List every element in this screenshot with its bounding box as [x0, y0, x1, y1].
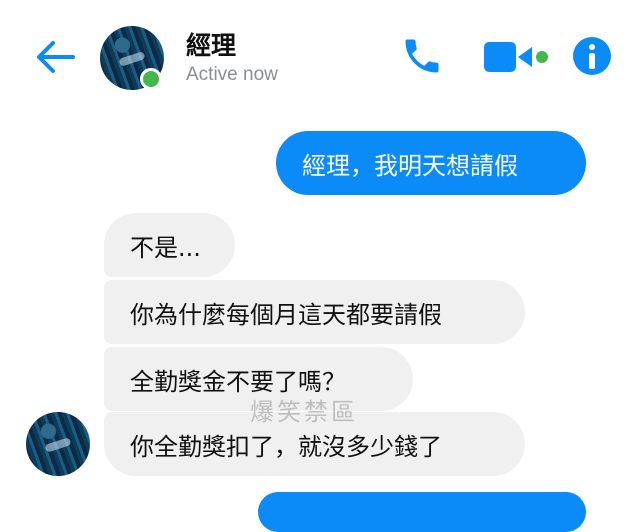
message-bubble-incoming[interactable]: 你全勤獎扣了，就沒多少錢了 [104, 412, 525, 476]
back-button[interactable] [30, 34, 80, 80]
info-icon [573, 37, 611, 75]
chat-header: 經理 Active now [0, 0, 630, 120]
message-bubble-incoming[interactable]: 你為什麼每個月這天都要請假 [104, 280, 525, 344]
info-button[interactable] [570, 34, 614, 78]
voice-call-button[interactable] [398, 32, 446, 80]
phone-icon [405, 39, 439, 73]
video-camera-icon [484, 42, 548, 72]
video-call-button[interactable] [482, 36, 554, 78]
message-bubble-incoming[interactable]: 全勤獎金不要了嗎？ [104, 347, 413, 411]
message-bubble-outgoing[interactable]: 經理，我明天想請假 [276, 131, 586, 195]
message-bubble-incoming[interactable]: 不是... [104, 213, 235, 277]
back-arrow-icon [37, 41, 75, 73]
active-status: Active now [186, 64, 278, 85]
sender-avatar[interactable] [26, 412, 90, 476]
message-bubble-outgoing[interactable] [258, 492, 586, 532]
online-status-dot [140, 68, 162, 90]
contact-name[interactable]: 經理 [186, 26, 236, 62]
